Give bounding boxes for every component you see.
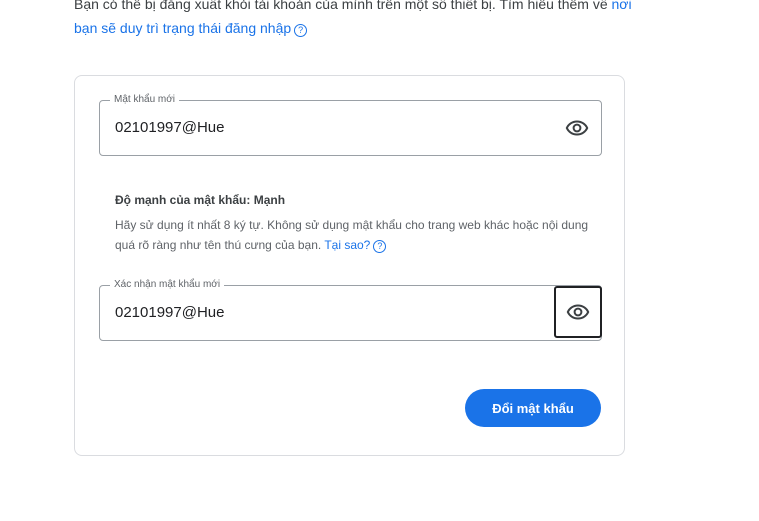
intro-text: Bạn có thể bị đăng xuất khỏi tài khoản c… <box>74 0 634 40</box>
eye-icon <box>565 120 589 136</box>
new-password-field[interactable]: Mật khẩu mới 02101997@Hue <box>99 93 602 156</box>
confirm-password-value[interactable]: 02101997@Hue <box>115 303 224 323</box>
password-card: Mật khẩu mới 02101997@Hue Độ mạnh của mậ… <box>74 75 625 456</box>
help-icon[interactable]: ? <box>294 24 308 37</box>
eye-icon <box>566 304 590 320</box>
password-strength-title: Độ mạnh của mật khẩu: Mạnh <box>115 193 286 207</box>
why-link[interactable]: Tại sao? <box>324 238 370 252</box>
password-strength-description: Hãy sử dụng ít nhất 8 ký tự. Không sử dụ… <box>115 215 595 255</box>
why-help-icon[interactable]: ? <box>373 240 387 253</box>
confirm-password-label: Xác nhận mật khẩu mới <box>110 278 225 292</box>
show-confirm-password-button[interactable] <box>554 286 602 338</box>
change-password-button[interactable]: Đổi mật khẩu <box>465 389 601 427</box>
intro-message: Bạn có thể bị đăng xuất khỏi tài khoản c… <box>74 0 612 12</box>
new-password-value[interactable]: 02101997@Hue <box>115 118 224 138</box>
confirm-password-field[interactable]: Xác nhận mật khẩu mới 02101997@Hue <box>99 278 602 341</box>
new-password-label: Mật khẩu mới <box>110 93 180 107</box>
show-password-button[interactable] <box>553 104 601 152</box>
